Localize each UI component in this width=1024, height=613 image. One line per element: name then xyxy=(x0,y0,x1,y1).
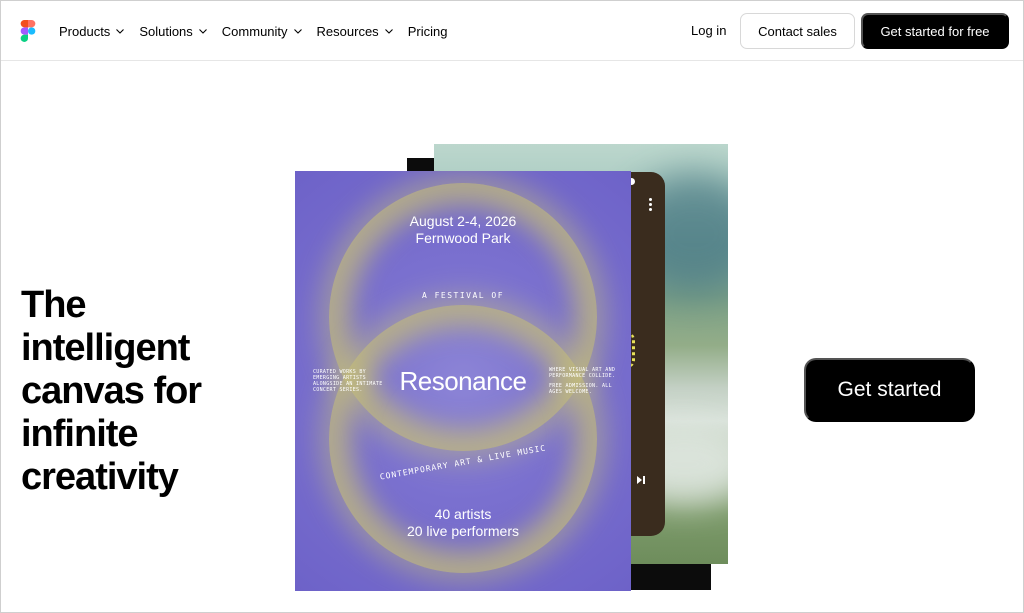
chevron-down-icon xyxy=(116,29,125,34)
contact-sales-button[interactable]: Contact sales xyxy=(740,13,855,49)
nav-item-label: Solutions xyxy=(139,23,193,39)
poster-date: August 2-4, 2026 xyxy=(409,213,517,229)
nav-item-community[interactable]: Community xyxy=(222,24,303,39)
page-frame: Products Solutions Community Resources P… xyxy=(0,0,1024,613)
chevron-down-icon xyxy=(198,29,207,34)
skip-forward-icon xyxy=(637,476,645,484)
get-started-free-button[interactable]: Get started for free xyxy=(861,13,1009,49)
festival-poster: August 2-4, 2026 Fernwood Park A FESTIVA… xyxy=(295,171,631,591)
poster-left-blurb: CURATED WORKS BY EMERGING ARTISTS ALONGS… xyxy=(313,369,383,393)
nav-item-label: Pricing xyxy=(407,23,448,39)
top-nav: Products Solutions Community Resources P… xyxy=(1,1,1023,61)
nav-item-products[interactable]: Products xyxy=(59,24,125,39)
nav-item-solutions[interactable]: Solutions xyxy=(139,24,207,39)
chevron-down-icon xyxy=(384,29,393,34)
nav-item-pricing[interactable]: Pricing xyxy=(408,24,448,39)
nav-item-resources[interactable]: Resources xyxy=(317,24,394,39)
poster-artists: 40 artists xyxy=(434,506,492,522)
get-started-button[interactable]: Get started xyxy=(804,358,975,422)
nav-item-label: Community xyxy=(221,23,288,39)
more-icon xyxy=(649,198,652,201)
more-icon-dot xyxy=(649,208,652,211)
chevron-down-icon xyxy=(293,29,302,34)
poster-right-blurb-2: FREE ADMISSION. ALL AGES WELCOME. xyxy=(549,383,612,395)
nav-links: Products Solutions Community Resources P… xyxy=(59,1,447,61)
login-link[interactable]: Log in xyxy=(691,23,726,38)
nav-item-label: Products xyxy=(59,23,111,39)
poster-festival-of: A FESTIVAL OF xyxy=(421,291,505,300)
poster-venue: Fernwood Park xyxy=(415,230,511,246)
poster-performers: 20 live performers xyxy=(406,523,520,539)
figma-logo-icon[interactable] xyxy=(20,20,36,42)
nav-item-label: Resources xyxy=(316,23,379,39)
hero-headline: The intelligent canvas for infinite crea… xyxy=(21,284,202,498)
more-icon-dot xyxy=(649,203,652,206)
poster-right-blurb: WHERE VISUAL ART AND PERFORMANCE COLLIDE… xyxy=(549,367,616,379)
